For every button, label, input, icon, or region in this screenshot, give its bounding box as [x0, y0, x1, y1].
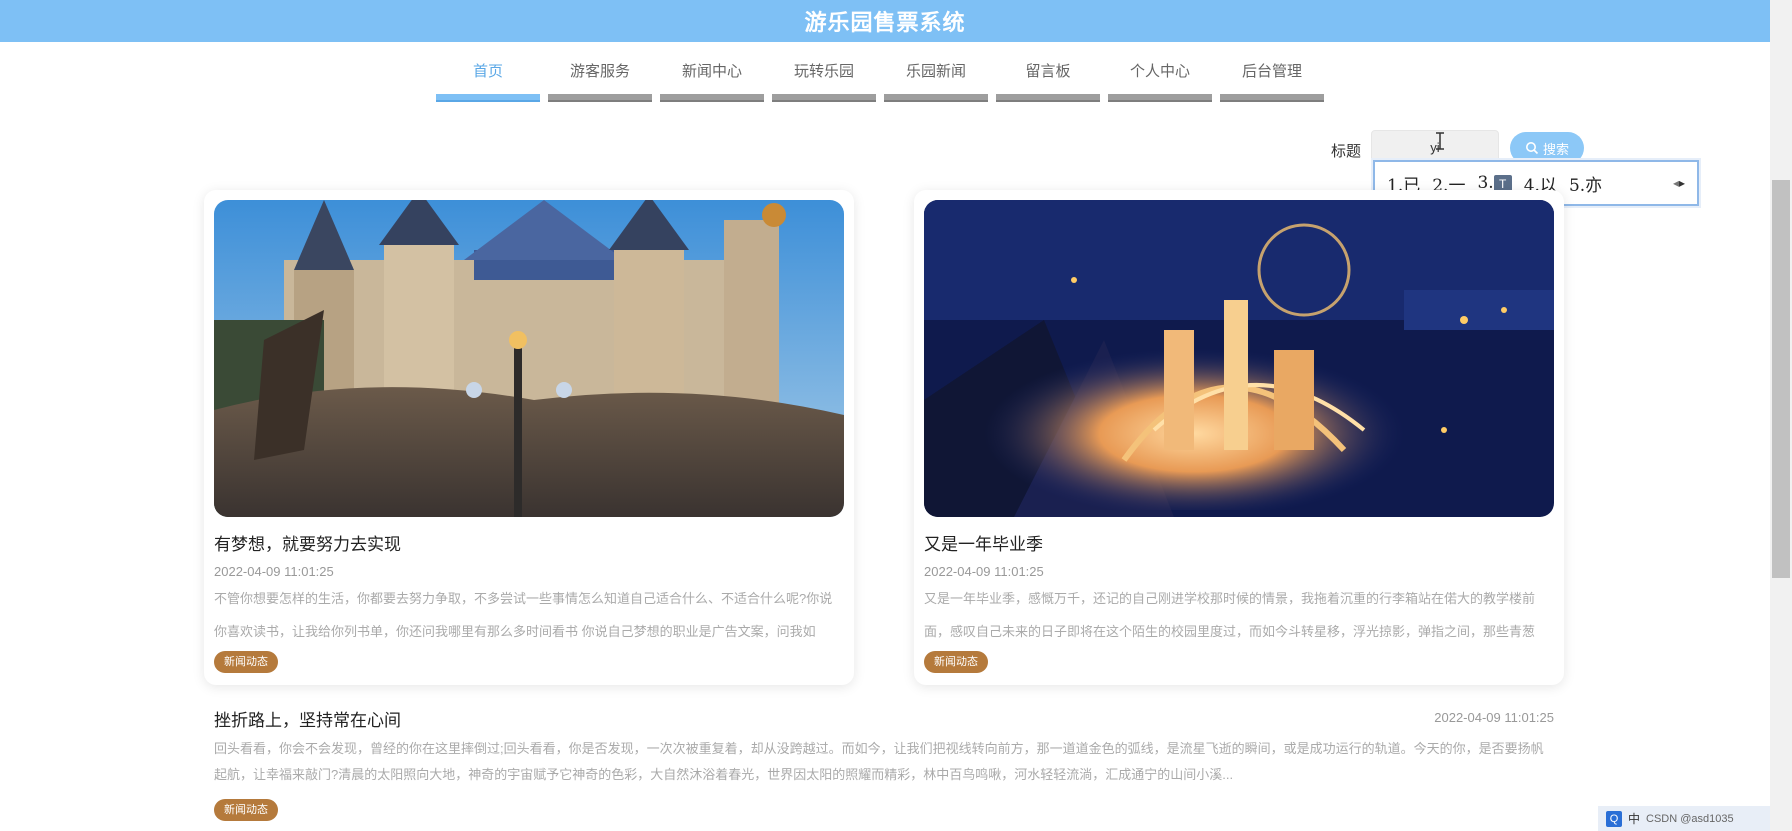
night-park-photo: [924, 200, 1554, 517]
main-nav: 首页 游客服务 新闻中心 玩转乐园 乐园新闻 留言板 个人中心 后台管理: [436, 58, 1332, 102]
card-image-castle[interactable]: [214, 200, 844, 517]
nav-label: 新闻中心: [681, 63, 742, 80]
nav-underline: [660, 94, 764, 102]
card-description: 不管你想要怎样的生活，你都要去努力争取，不多尝试一些事情怎么知道自己适合什么、不…: [214, 591, 833, 639]
category-tag[interactable]: 新闻动态: [924, 651, 988, 673]
watermark-text: CSDN @asd1035: [1646, 812, 1734, 825]
nav-item-park-news[interactable]: 乐园新闻: [884, 58, 988, 102]
nav-underline: [548, 94, 652, 102]
nav-label: 首页: [472, 63, 503, 80]
page: 游乐园售票系统 首页 游客服务 新闻中心 玩转乐园 乐园新闻 留言板 个人中心 …: [0, 0, 1792, 831]
news-list-item[interactable]: 挫折路上，坚持常在心间 2022-04-09 11:01:25 回头看看，你会不…: [214, 700, 1554, 831]
search-icon: [1525, 142, 1539, 155]
next-page-icon[interactable]: ▸: [1679, 176, 1685, 190]
castle-photo: [214, 200, 844, 517]
list-item-date: 2022-04-09 11:01:25: [1434, 710, 1554, 725]
card-date: 2022-04-09 11:01:25: [924, 564, 1044, 579]
ime-page-arrows[interactable]: ◂▸: [1673, 176, 1685, 190]
nav-item-visitor-service[interactable]: 游客服务: [548, 58, 652, 102]
nav-underline: [1220, 94, 1324, 102]
card-title[interactable]: 有梦想，就要努力去实现: [214, 530, 401, 555]
scrollbar-thumb[interactable]: [1772, 180, 1790, 578]
nav-underline: [996, 94, 1100, 102]
category-tag[interactable]: 新闻动态: [214, 799, 278, 821]
news-card[interactable]: 有梦想，就要努力去实现 2022-04-09 11:01:25 不管你想要怎样的…: [204, 190, 854, 685]
text-cursor-icon: [1436, 132, 1444, 150]
nav-label: 留言板: [1025, 63, 1071, 80]
card-title[interactable]: 又是一年毕业季: [924, 530, 1043, 555]
card-date: 2022-04-09 11:01:25: [214, 564, 334, 579]
nav-label: 乐园新闻: [905, 63, 966, 80]
card-image-night-park[interactable]: [924, 200, 1554, 517]
ime-logo-icon[interactable]: Q: [1606, 810, 1622, 827]
nav-label: 游客服务: [569, 63, 630, 80]
site-title: 游乐园售票系统: [804, 10, 966, 35]
category-tag[interactable]: 新闻动态: [214, 651, 278, 673]
nav-label: 个人中心: [1129, 63, 1190, 80]
nav-label: 玩转乐园: [793, 63, 854, 80]
search-button-label: 搜索: [1542, 141, 1569, 157]
nav-item-home[interactable]: 首页: [436, 58, 540, 102]
nav-underline: [884, 94, 988, 102]
nav-item-message-board[interactable]: 留言板: [996, 58, 1100, 102]
list-item-description: 回头看看，你会不会发现，曾经的你在这里摔倒过;回头看看，你是否发现，一次次被重复…: [214, 741, 1544, 782]
nav-underline: [436, 94, 540, 102]
header-bar: 游乐园售票系统: [0, 0, 1770, 42]
list-item-title[interactable]: 挫折路上，坚持常在心间: [214, 706, 401, 731]
ime-mode-indicator[interactable]: 中: [1628, 810, 1640, 827]
ime-candidate[interactable]: 5.亦: [1569, 171, 1602, 196]
card-description: 又是一年毕业季，感慨万千，还记的自己刚进学校那时候的情景，我拖着沉重的行李箱站在…: [924, 591, 1536, 639]
search-label: 标题: [1331, 143, 1362, 160]
nav-label: 后台管理: [1241, 63, 1302, 80]
nav-item-admin[interactable]: 后台管理: [1220, 58, 1324, 102]
nav-item-explore-park[interactable]: 玩转乐园: [772, 58, 876, 102]
nav-underline: [772, 94, 876, 102]
nav-underline: [1108, 94, 1212, 102]
nav-item-news-center[interactable]: 新闻中心: [660, 58, 764, 102]
nav-item-personal-center[interactable]: 个人中心: [1108, 58, 1212, 102]
news-card[interactable]: 又是一年毕业季 2022-04-09 11:01:25 又是一年毕业季，感慨万千…: [914, 190, 1564, 685]
ime-status-tray: Q 中 CSDN @asd1035: [1598, 806, 1770, 831]
